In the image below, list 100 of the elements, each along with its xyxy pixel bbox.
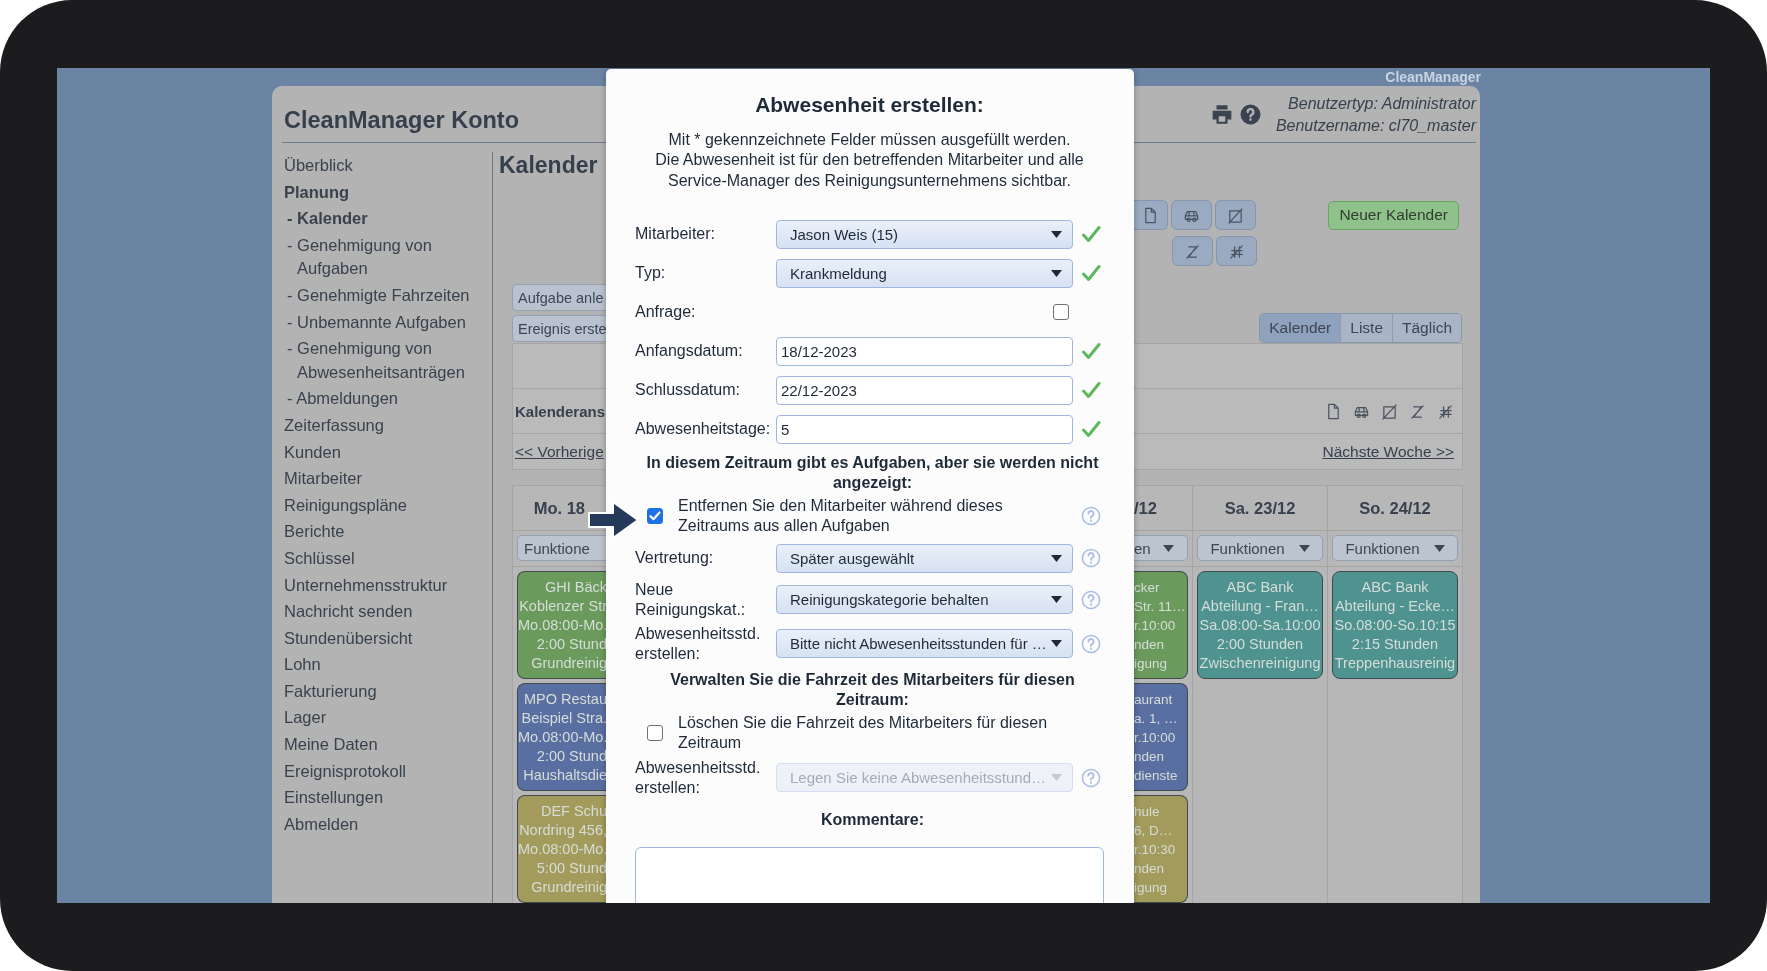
sidebar-item[interactable]: Zeiterfassung xyxy=(284,413,484,438)
sidebar-item[interactable]: Mitarbeiter xyxy=(284,467,484,491)
dropdown[interactable]: Jason Weis (15) xyxy=(776,219,1073,249)
sidebar-item[interactable]: Nachricht senden xyxy=(284,600,484,624)
event-text: 2:00 Stunden xyxy=(1215,635,1305,654)
event-text: So.08:00-So.10:15 xyxy=(1333,616,1457,635)
event-card[interactable]: MPO Restau Beispiel Stra. Mo.08:00-Mo. 2:00 Stund Haushaltsdie xyxy=(517,683,607,791)
sidebar-item[interactable]: - Genehmigung von Abwesenheitsanträgen xyxy=(284,337,484,385)
action-button[interactable]: Ereignis erste xyxy=(512,315,606,342)
event-text: Nordring 456, xyxy=(518,821,607,840)
crossed-x-icon[interactable] xyxy=(1409,402,1426,420)
event-text: Mo.08:00-Mo. xyxy=(518,728,607,747)
crossed-hash-icon[interactable] xyxy=(1437,402,1454,420)
sidebar-item[interactable]: Meine Daten xyxy=(284,733,484,757)
view-tab[interactable]: Liste xyxy=(1340,314,1393,342)
crossed-x-icon[interactable] xyxy=(1184,242,1201,260)
event-text: MPO Restau xyxy=(523,690,607,709)
sidebar-item[interactable]: Abmelden xyxy=(284,812,484,837)
event-text: nden xyxy=(1134,748,1166,766)
sidebar-item[interactable]: Berichte xyxy=(284,520,484,544)
event-text: nden xyxy=(1134,860,1166,878)
dialog-title: Abwesenheit erstellen: xyxy=(754,92,985,118)
sidebar-item[interactable]: Ereignisprotokoll xyxy=(284,759,484,784)
sidebar-item[interactable]: Unternehmensstruktur xyxy=(284,573,484,598)
caret-icon xyxy=(1051,640,1062,648)
functions-dropdown[interactable]: en xyxy=(1134,535,1188,561)
field-label: Neue Reinigungskat.: xyxy=(635,579,747,620)
sidebar-item[interactable]: - Kalender xyxy=(284,207,484,231)
sidebar-item[interactable]: Lager xyxy=(284,706,484,731)
section-heading: Kalender xyxy=(499,151,599,180)
next-week-link[interactable]: Nächste Woche >> xyxy=(1322,442,1454,461)
sidebar-item[interactable]: Reinigungspläne xyxy=(284,493,484,518)
icon-button[interactable] xyxy=(1171,200,1212,230)
caret-icon xyxy=(1298,544,1310,552)
dropdown[interactable]: Später ausgewählt xyxy=(776,543,1073,573)
event-text: hule xyxy=(1134,803,1161,821)
event-card[interactable]: ABC Bank Abteilung - Fran… Sa.08:00-Sa.10:00 2:00 Stunden Zwischenreinigung xyxy=(1197,571,1323,679)
crossed-hash-icon[interactable] xyxy=(1228,242,1245,260)
checkmark-icon xyxy=(1081,341,1101,362)
icon-button[interactable] xyxy=(1215,200,1256,230)
caret-icon xyxy=(1051,554,1062,562)
checkmark-icon xyxy=(1081,263,1101,284)
functions-dropdown[interactable]: Funktione xyxy=(517,535,607,561)
sidebar-item[interactable]: - Abmeldungen xyxy=(284,387,484,411)
sidebar-item[interactable]: Fakturierung xyxy=(284,679,484,704)
event-card[interactable]: aurant a. 1, … r.10:00 nden dienste xyxy=(1134,683,1188,791)
view-tab[interactable]: Kalender xyxy=(1260,314,1341,342)
sidebar-item[interactable]: - Genehmigte Fahrzeiten xyxy=(284,283,484,308)
event-text: ABC Bank xyxy=(1360,578,1430,597)
app-label: CleanManager xyxy=(1385,68,1481,86)
dropdown[interactable]: Krankmeldung xyxy=(776,258,1073,288)
event-text: 6, D… xyxy=(1134,822,1174,840)
view-tab[interactable]: Täglich xyxy=(1392,314,1461,342)
event-text: 5:00 Stund xyxy=(535,859,607,878)
document-icon[interactable] xyxy=(1325,402,1342,420)
sidebar-item[interactable]: - Unbemannte Aufgaben xyxy=(284,310,484,335)
event-text: Str. 11… xyxy=(1134,598,1187,616)
option-label: Entfernen Sie den Mitarbeiter während dieses Zeitraums aus allen Aufgaben xyxy=(678,495,1004,537)
view-label: Kalenderans xyxy=(515,402,606,420)
dropdown[interactable]: Reinigungskategorie behalten xyxy=(776,585,1073,615)
help-icon[interactable] xyxy=(1239,103,1261,125)
functions-dropdown[interactable]: Funktionen xyxy=(1332,535,1458,561)
text-field[interactable]: 5 xyxy=(776,414,1073,444)
event-card[interactable]: ABC Bank Abteilung - Ecke… So.08:00-So.10:15 2:15 Stunden Treppenhausreinig xyxy=(1332,571,1458,679)
sidebar-item[interactable]: Lohn xyxy=(284,653,484,677)
checkmark-icon xyxy=(1081,224,1101,245)
note-text: Mit * gekennzeichnete Felder müssen ausgefüllt werden. xyxy=(667,130,1072,150)
checkbox[interactable] xyxy=(647,508,663,525)
event-text: igung xyxy=(1134,655,1169,673)
functions-dropdown[interactable]: Funktionen xyxy=(1197,535,1323,561)
icon-button[interactable] xyxy=(1134,200,1168,230)
event-text: GHI Bäck xyxy=(543,578,607,597)
text-field[interactable]: 22/12-2023 xyxy=(776,375,1073,405)
print-icon[interactable] xyxy=(1210,103,1233,125)
caret-icon xyxy=(1433,544,1445,552)
sidebar-item[interactable]: Planung xyxy=(284,180,484,205)
field-label: Anfrage: xyxy=(635,302,697,323)
event-text: cker xyxy=(1134,579,1161,597)
field-label: Anfangsdatum: xyxy=(635,341,744,362)
checkbox[interactable] xyxy=(647,725,663,742)
sidebar-item[interactable]: Einstellungen xyxy=(284,786,484,810)
event-text: aurant xyxy=(1134,691,1174,709)
checkbox[interactable] xyxy=(1053,304,1069,321)
previous-week-link[interactable]: << Vorherige xyxy=(515,442,604,461)
sidebar-item[interactable]: - Genehmigung von Aufgaben xyxy=(284,233,484,281)
field-label: Schlussdatum: xyxy=(635,380,741,401)
action-button[interactable]: Aufgabe anle xyxy=(512,284,606,311)
sidebar-item[interactable]: Kunden xyxy=(284,440,484,465)
comment-field[interactable] xyxy=(635,847,1104,903)
event-text: 2:00 Stund xyxy=(535,635,607,654)
icon-button[interactable] xyxy=(1172,236,1213,266)
new-calendar-button[interactable]: Neuer Kalender xyxy=(1328,200,1459,230)
dropdown[interactable]: Bitte nicht Abwesenheitsstunden für … xyxy=(776,629,1073,659)
sidebar-item[interactable]: Schlüssel xyxy=(284,546,484,571)
event-text: Beispiel Stra. xyxy=(520,709,607,728)
text-field[interactable]: 18/12-2023 xyxy=(776,336,1073,366)
sidebar-item[interactable]: Überblick xyxy=(284,154,484,178)
sidebar-item[interactable]: Stundenübersicht xyxy=(284,626,484,651)
icon-button[interactable] xyxy=(1216,236,1257,266)
document-icon[interactable] xyxy=(1142,206,1159,224)
